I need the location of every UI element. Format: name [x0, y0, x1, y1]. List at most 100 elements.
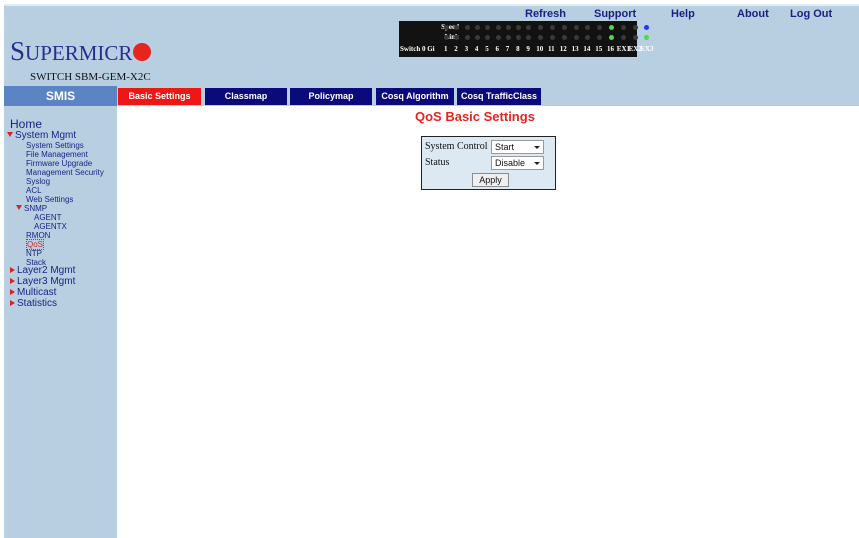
- link-led-icon: [561, 35, 567, 40]
- speed-led-icon: [485, 25, 491, 30]
- sidebar: Home System Mgmt System Settings File Ma…: [4, 106, 117, 538]
- logo-dot-icon: [133, 43, 152, 61]
- nav-file-management[interactable]: File Management: [26, 150, 88, 159]
- port-number: EX3: [640, 45, 654, 53]
- speed-led-icon: [516, 25, 522, 30]
- nav-agent[interactable]: AGENT: [34, 213, 62, 222]
- nav-syslog[interactable]: Syslog: [26, 177, 50, 186]
- caret-down-icon: [16, 205, 22, 210]
- chevron-down-icon: [534, 146, 540, 149]
- nav-management-security[interactable]: Management Security: [26, 168, 104, 177]
- switch-label: Switch 0 Gi: [400, 45, 435, 53]
- tab-cosq-trafficclass[interactable]: Cosq TrafficClass: [457, 88, 541, 105]
- port-number: 14: [583, 45, 591, 53]
- caret-right-icon: [10, 300, 15, 306]
- supermicro-logo: SUPERMICR: [10, 36, 152, 67]
- link-led-icon: [516, 35, 522, 40]
- nav-firmware-upgrade[interactable]: Firmware Upgrade: [26, 159, 92, 168]
- speed-led-icon: [538, 25, 544, 30]
- speed-led-icon: [573, 25, 579, 30]
- link-label: Link: [444, 33, 459, 41]
- port-number: 9: [526, 45, 530, 53]
- nav-ntp[interactable]: NTP: [26, 249, 42, 258]
- chevron-down-icon: [534, 162, 540, 165]
- nav-multicast[interactable]: Multicast: [10, 287, 56, 298]
- switch-model: SWITCH SBM-GEM-X2C: [30, 71, 151, 83]
- status-value: Disable: [495, 158, 526, 168]
- logo-letter-s: S: [10, 36, 26, 66]
- link-led-icon: [597, 35, 603, 40]
- nav-statistics[interactable]: Statistics: [10, 298, 57, 309]
- link-led-icon: [495, 35, 501, 40]
- port-number: 16: [607, 45, 614, 53]
- link-led-icon: [538, 35, 544, 40]
- link-led-icon: [644, 35, 650, 40]
- link-led-icon: [585, 35, 591, 40]
- speed-led-icon: [550, 25, 555, 30]
- speed-led-icon: [632, 25, 638, 30]
- speed-led-icon: [464, 25, 470, 30]
- nav-layer3-mgmt[interactable]: Layer3 Mgmt: [10, 276, 75, 287]
- port-number: 4: [474, 45, 479, 53]
- about-link[interactable]: About: [737, 8, 769, 20]
- link-led-icon: [485, 35, 491, 40]
- port-number: 8: [516, 45, 520, 53]
- speed-led-icon: [444, 25, 449, 30]
- nav-layer2-mgmt-label: Layer2 Mgmt: [17, 265, 76, 276]
- port-led-panel: Speed Link Switch 0 Gi 1 2 3 4 5 6 7 8 9 10 11 12 13…: [399, 21, 654, 57]
- system-control-value: Start: [495, 142, 515, 152]
- nav-agentx[interactable]: AGENTX: [34, 222, 67, 231]
- apply-button[interactable]: Apply: [472, 173, 509, 187]
- link-led-icon: [550, 35, 555, 40]
- nav-snmp[interactable]: SNMP: [16, 204, 47, 213]
- nav-system-settings[interactable]: System Settings: [26, 141, 84, 150]
- link-led-icon: [505, 35, 511, 40]
- caret-right-icon: [10, 278, 15, 284]
- link-led-icon: [609, 35, 614, 40]
- port-number: 6: [495, 45, 500, 53]
- port-number: 15: [595, 45, 603, 53]
- speed-led-icon: [474, 25, 480, 30]
- port-number: 10: [536, 45, 544, 53]
- port-number: 3: [464, 45, 469, 53]
- status-select[interactable]: Disable: [491, 156, 544, 170]
- system-control-label: System Control: [425, 141, 488, 152]
- link-led-icon: [444, 35, 449, 40]
- nav-snmp-label: SNMP: [24, 204, 48, 213]
- smis-title: SMIS: [4, 86, 117, 106]
- header-bar: Refresh Support Help About Log Out SUPER…: [4, 4, 859, 86]
- speed-led-icon: [597, 25, 603, 30]
- nav-system-mgmt[interactable]: System Mgmt: [7, 130, 76, 141]
- logout-link[interactable]: Log Out: [790, 8, 832, 20]
- help-link[interactable]: Help: [671, 8, 695, 20]
- port-number: 13: [571, 45, 579, 53]
- nav-web-settings[interactable]: Web Settings: [26, 195, 73, 204]
- link-led-icon: [474, 35, 480, 40]
- tab-classmap[interactable]: Classmap: [205, 88, 287, 105]
- nav-layer2-mgmt[interactable]: Layer2 Mgmt: [10, 265, 75, 276]
- port-number: 1: [444, 45, 448, 53]
- nav-qos[interactable]: QoS: [26, 239, 45, 250]
- link-led-icon: [573, 35, 579, 40]
- speed-led-icon: [495, 25, 501, 30]
- tab-basic-settings[interactable]: Basic Settings: [118, 88, 201, 105]
- support-link[interactable]: Support: [594, 8, 636, 20]
- qos-settings-form: System Control Start Status Disable Appl…: [421, 136, 556, 190]
- link-led-icon: [632, 35, 638, 40]
- nav-system-mgmt-label: System Mgmt: [15, 130, 77, 141]
- port-number: 5: [485, 45, 489, 53]
- link-led-icon: [464, 35, 470, 40]
- nav-acl[interactable]: ACL: [26, 186, 42, 195]
- refresh-link[interactable]: Refresh: [525, 8, 566, 20]
- tab-cosq-algorithm[interactable]: Cosq Algorithm: [376, 88, 454, 105]
- caret-down-icon: [7, 132, 13, 137]
- link-led-icon: [620, 35, 626, 40]
- nav-multicast-label: Multicast: [17, 287, 57, 298]
- system-control-select[interactable]: Start: [491, 140, 544, 154]
- header-top-line: [4, 4, 859, 6]
- nav-home[interactable]: Home: [10, 117, 42, 131]
- speed-led-icon: [609, 25, 614, 30]
- page-title: QoS Basic Settings: [415, 109, 535, 124]
- tab-policymap[interactable]: Policymap: [290, 88, 372, 105]
- status-label: Status: [425, 157, 450, 168]
